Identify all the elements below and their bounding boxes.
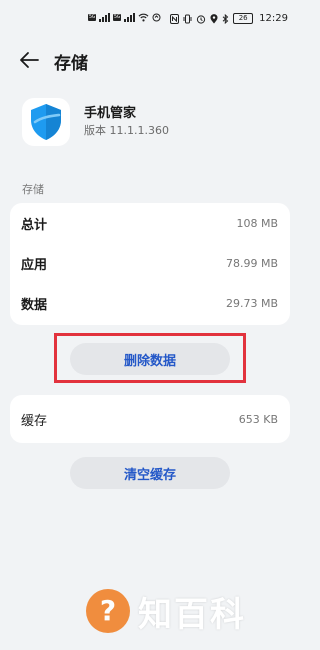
battery-icon: 26 (233, 13, 254, 24)
watermark-symbol: ? (99, 594, 117, 627)
back-button[interactable] (18, 49, 42, 71)
status-bar-right: 26 12:29 (170, 13, 288, 24)
watermark-text: 知百科 (138, 594, 246, 635)
nfc-icon (170, 13, 180, 24)
bluetooth-icon (222, 13, 229, 24)
shield-icon (31, 104, 61, 140)
cache-card: 缓存 653 KB (10, 395, 290, 443)
network-type-badge-2: 5G (113, 14, 122, 21)
app-bar: 存储 (0, 40, 300, 80)
app-text: 手机管家 版本 11.1.1.360 (84, 105, 169, 139)
location-icon (210, 13, 218, 23)
sync-icon (152, 13, 161, 22)
storage-card: 总计 108 MB 应用 78.99 MB 数据 29.73 MB (10, 203, 290, 325)
storage-row-value: 29.73 MB (225, 296, 278, 310)
status-time: 12:29 (259, 13, 288, 24)
page-title: 存储 (54, 54, 88, 74)
alarm-icon (197, 14, 206, 24)
signal-icon-2 (124, 13, 136, 22)
cache-value: 653 KB (238, 412, 278, 426)
storage-row-data: 数据 29.73 MB (10, 283, 290, 323)
question-mark-icon: ? (86, 589, 130, 633)
cache-row: 缓存 653 KB (10, 395, 290, 443)
storage-row-label: 总计 (21, 217, 48, 233)
network-type-badge-1: 5G (88, 14, 97, 21)
storage-row-value: 108 MB (236, 216, 278, 230)
app-info: 手机管家 版本 11.1.1.360 (22, 97, 169, 147)
storage-row-total: 总计 108 MB (10, 203, 290, 243)
storage-row-label: 数据 (21, 297, 48, 313)
storage-row-value: 78.99 MB (225, 256, 278, 270)
status-bar: 5G 5G 26 12:29 (0, 0, 300, 40)
app-version: 版本 11.1.1.360 (84, 124, 169, 137)
cache-label: 缓存 (21, 413, 48, 429)
delete-data-button[interactable]: 删除数据 (70, 343, 230, 375)
signal-icon-1 (99, 13, 111, 22)
battery-level: 26 (238, 14, 248, 22)
watermark: ? 知百科 (86, 586, 246, 636)
status-bar-left: 5G 5G (88, 13, 161, 22)
back-arrow-icon (20, 52, 39, 68)
app-name: 手机管家 (84, 106, 137, 121)
storage-section-label: 存储 (22, 183, 44, 196)
storage-row-apps: 应用 78.99 MB (10, 243, 290, 283)
clear-cache-button[interactable]: 清空缓存 (70, 457, 230, 489)
wifi-icon (138, 13, 149, 22)
storage-row-label: 应用 (21, 257, 48, 273)
app-icon (22, 98, 70, 146)
vibrate-icon (183, 14, 192, 23)
